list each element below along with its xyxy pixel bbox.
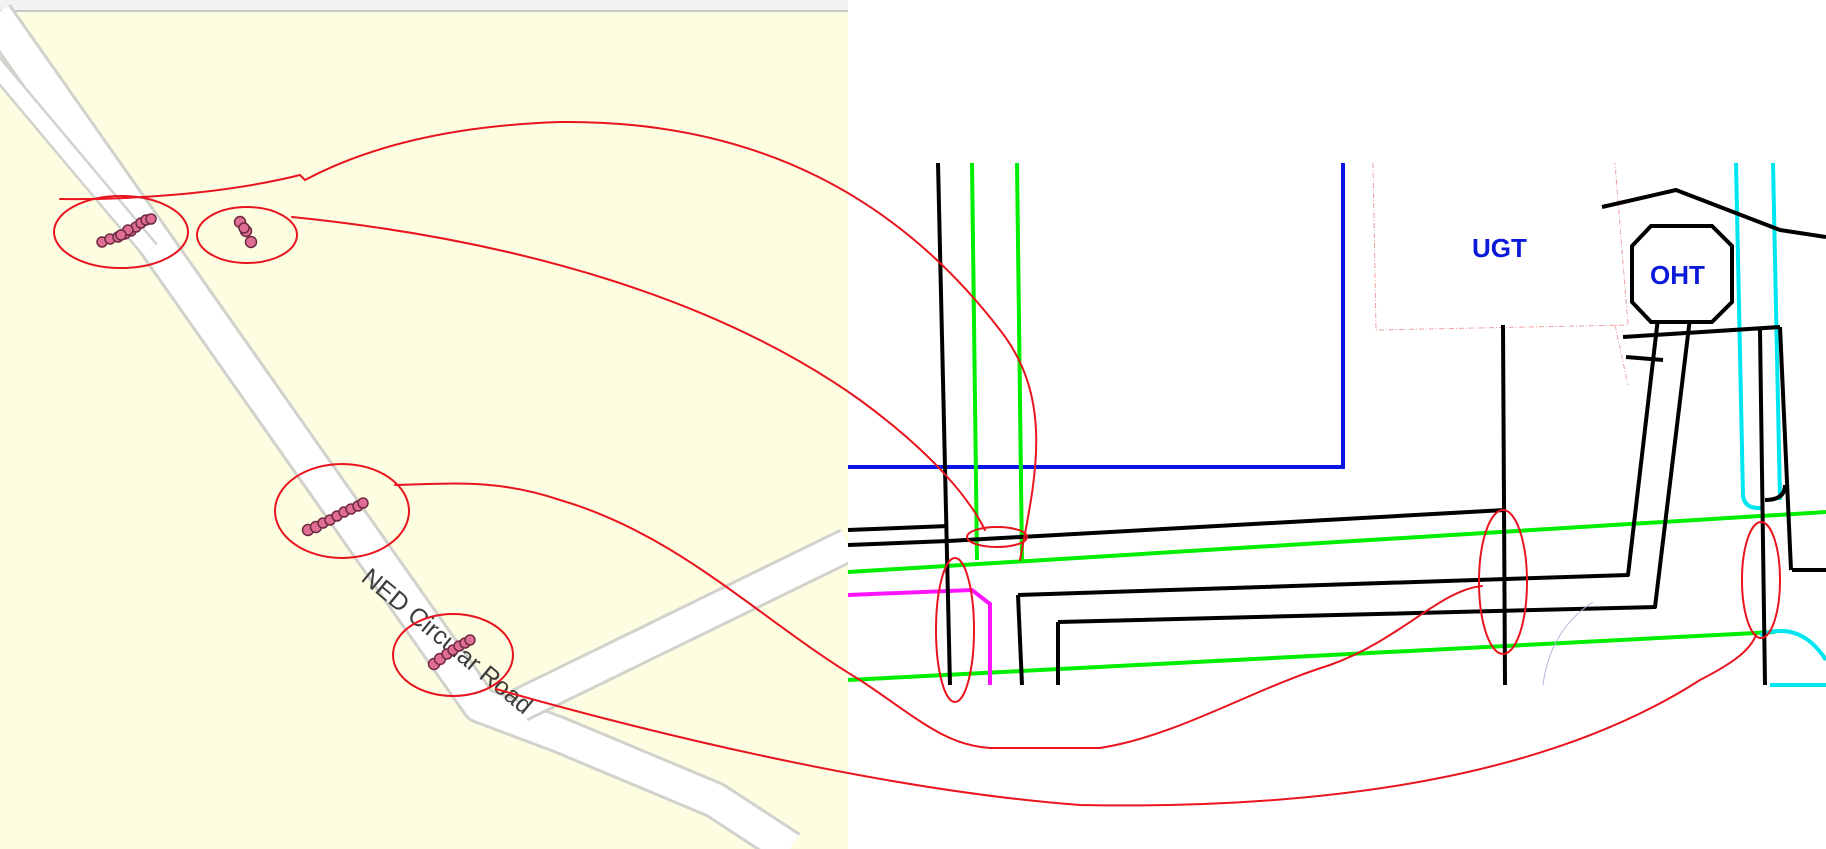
- ugt-label: UGT: [1472, 233, 1527, 263]
- right-drawing-panel: UGT OHT: [847, 0, 1826, 849]
- left-map-background: [0, 0, 848, 849]
- right-drawing-background: [848, 0, 1826, 849]
- left-map-panel: NED Circular Road: [0, 0, 856, 849]
- oht-label: OHT: [1650, 260, 1705, 290]
- map-top-border: [0, 0, 848, 11]
- map-comparison-figure: NED Circular Road UGT OHT: [0, 0, 1826, 849]
